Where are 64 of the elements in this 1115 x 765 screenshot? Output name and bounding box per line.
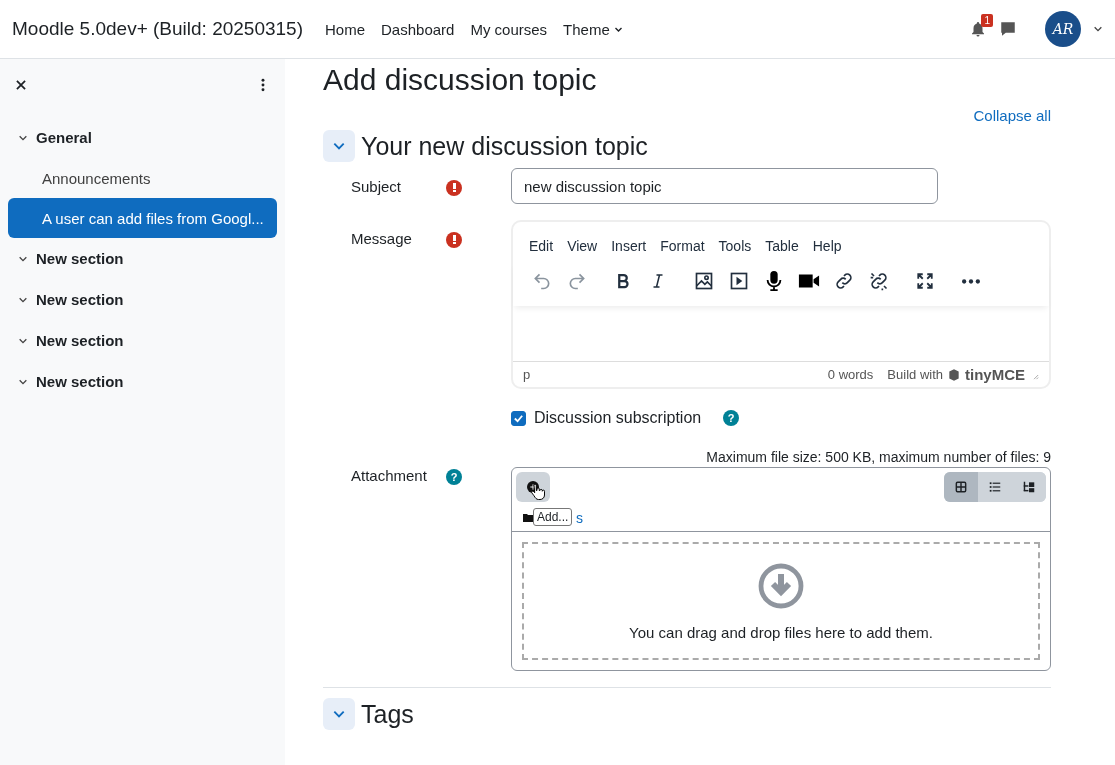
section-link[interactable]: New section (8, 238, 277, 279)
section-link[interactable]: New section (8, 361, 277, 402)
section-title: Your new discussion topic (361, 131, 648, 161)
section-toggle[interactable] (323, 130, 355, 162)
image-icon (694, 271, 714, 291)
drop-hint: You can drag and drop files here to add them. (629, 623, 933, 641)
editor-menu-item[interactable]: Format (656, 236, 709, 256)
unlink-icon (869, 271, 889, 291)
nav-dropdown[interactable]: Theme (563, 20, 623, 38)
undo-icon (532, 271, 552, 291)
subject-field[interactable]: new discussion topic (511, 168, 938, 204)
editor-menu-item[interactable]: Help (808, 236, 846, 256)
checkbox[interactable] (511, 410, 526, 426)
branding-text: Build with (887, 367, 943, 382)
help-icon[interactable]: ? (446, 469, 462, 485)
text-editor[interactable]: Edit View Insert Format Tools Table Help p 0 words Build with tinyMCE (511, 220, 1051, 389)
check-icon (513, 412, 524, 424)
chevron-down-icon (1093, 24, 1103, 34)
tinymce-logo-icon (947, 367, 961, 382)
section-link[interactable]: New section (8, 279, 277, 320)
drop-zone[interactable]: You can drag and drop files here to add them. (522, 542, 1040, 660)
redo-icon (567, 271, 587, 291)
path-link[interactable]: s (576, 509, 583, 526)
folder-tree-icon (1021, 480, 1037, 494)
notification-badge: 1 (981, 14, 993, 27)
section-link[interactable]: General (8, 117, 277, 158)
site-name[interactable]: Moodle 5.0dev+ (Build: 20250315) (12, 18, 303, 40)
tooltip: Add... (533, 508, 573, 526)
play-icon (729, 271, 749, 291)
editor-menu-item[interactable]: Table (761, 236, 803, 256)
bell-icon (969, 20, 987, 38)
hand-cursor-icon (528, 482, 546, 502)
help-icon[interactable]: ? (723, 410, 740, 426)
nav-link[interactable]: My courses (470, 20, 548, 38)
editor-menu-item[interactable]: Edit (525, 236, 558, 256)
word-count: 0 words (827, 367, 874, 382)
field-label: Message (350, 229, 413, 249)
chat-icon (999, 20, 1017, 38)
field-label: Attachment (350, 466, 428, 486)
nav-link[interactable]: Dashboard (381, 20, 455, 38)
editor-menu-item[interactable]: Insert (607, 236, 651, 256)
editor-menu-item[interactable]: View (563, 236, 602, 256)
view-toggle[interactable] (944, 472, 978, 502)
grid-icon (954, 480, 968, 494)
list-icon (988, 480, 1002, 494)
editor-menu-item[interactable]: Tools (714, 236, 756, 256)
fullscreen-icon (916, 272, 934, 290)
activity-link[interactable]: Announcements (8, 158, 277, 198)
element-path: p (523, 367, 532, 382)
activity-link[interactable]: A user can add files from Googl... (8, 198, 277, 238)
user-avatar[interactable]: AR (1045, 11, 1081, 47)
nav-link[interactable]: Home (325, 20, 366, 38)
more-icon (962, 278, 980, 284)
section-link[interactable]: New section (8, 320, 277, 361)
file-limits: Maximum file size: 500 KB, maximum number of files: 9 (705, 449, 1051, 465)
collapse-all-link[interactable]: Collapse all (323, 107, 1051, 124)
section-toggle[interactable] (323, 698, 355, 730)
checkbox-label: Discussion subscription (534, 409, 702, 427)
section-title: Tags (361, 699, 414, 729)
field-label: Subject (350, 177, 403, 197)
page-title: Add discussion topic (323, 63, 598, 97)
close-icon (14, 78, 28, 92)
link-icon (834, 271, 854, 291)
branding-name: tinyMCE (965, 366, 1025, 383)
